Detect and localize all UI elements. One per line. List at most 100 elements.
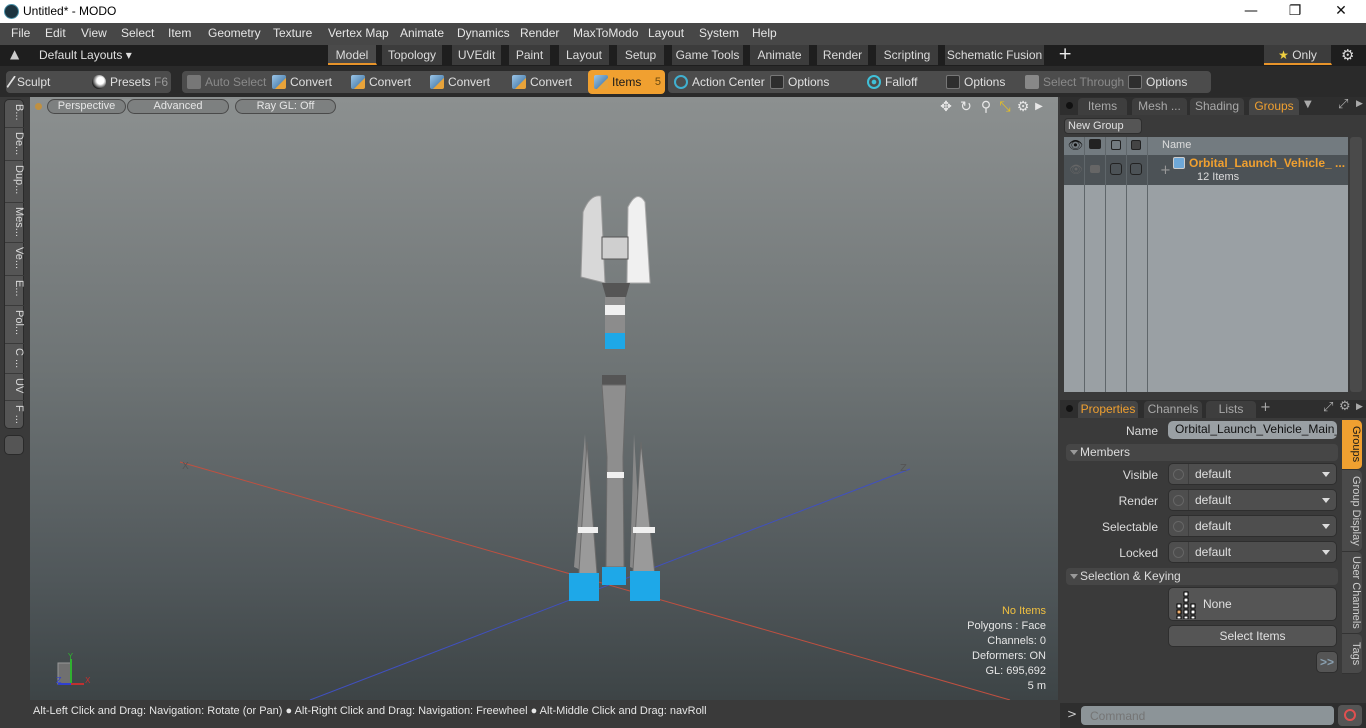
tab-setup[interactable]: Setup xyxy=(617,45,665,65)
menu-render[interactable]: Render xyxy=(520,26,559,40)
tab-game-tools[interactable]: Game Tools xyxy=(672,45,744,65)
layout-selector[interactable]: Default Layouts ▾ xyxy=(39,48,132,62)
render-keyframe-icon[interactable] xyxy=(1173,495,1184,506)
side-tab-groups[interactable]: Groups xyxy=(1342,420,1362,470)
gear-icon[interactable]: ⚙ xyxy=(1341,46,1354,64)
add-tab-button[interactable]: + xyxy=(1260,400,1271,415)
menu-item[interactable]: Item xyxy=(168,26,191,40)
convert-edges-button[interactable]: Convert xyxy=(351,70,411,94)
side-tab-group-display[interactable]: Group Display xyxy=(1342,470,1362,552)
tab-edge[interactable]: E... xyxy=(5,276,25,306)
close-button[interactable]: ✕ xyxy=(1318,0,1364,23)
row-expand-toggle[interactable]: + xyxy=(1160,163,1171,178)
menu-select[interactable]: Select xyxy=(121,26,154,40)
menu-dynamics[interactable]: Dynamics xyxy=(457,26,510,40)
tab-paint[interactable]: Paint xyxy=(509,45,551,65)
panel-settings-icon[interactable]: ⚙ xyxy=(1339,399,1351,414)
auto-select-button[interactable]: Auto Select xyxy=(187,70,266,94)
left-tab-extra-button[interactable] xyxy=(4,435,24,455)
visible-dropdown[interactable]: default xyxy=(1168,463,1337,485)
tab-mesh-edit[interactable]: Mes... xyxy=(5,203,25,243)
render-dropdown[interactable]: default xyxy=(1168,489,1337,511)
menu-maxtomodo[interactable]: MaxToModo xyxy=(573,26,638,40)
action-center-options-button[interactable]: Options xyxy=(770,70,829,94)
more-button[interactable]: >> xyxy=(1316,651,1338,673)
items-mode-button[interactable]: Items 5 xyxy=(588,70,665,94)
select-items-button[interactable]: Select Items xyxy=(1168,625,1337,647)
tab-fusion[interactable]: F ... xyxy=(5,401,25,429)
presets-button[interactable]: Presets F6 xyxy=(92,70,168,94)
tabs-dropdown-icon[interactable]: ▼ xyxy=(1304,99,1312,110)
tab-items[interactable]: Items xyxy=(1078,98,1127,115)
3d-viewport[interactable]: Perspective Advanced Ray GL: Off ✥ ↻ ⚲ ⤡… xyxy=(30,97,1058,700)
tab-vertex[interactable]: Ve... xyxy=(5,243,25,276)
selectable-dropdown[interactable]: default xyxy=(1168,515,1337,537)
action-center-button[interactable]: Action Center xyxy=(674,70,765,94)
menu-help[interactable]: Help xyxy=(752,26,777,40)
menu-layout[interactable]: Layout xyxy=(648,26,684,40)
convert-polygons-button[interactable]: Convert xyxy=(430,70,490,94)
panel-menu-arrow-icon[interactable]: ▶ xyxy=(1356,402,1363,412)
members-section[interactable]: Members xyxy=(1066,444,1338,461)
visible-keyframe-icon[interactable] xyxy=(1173,469,1184,480)
maximize-panel-icon[interactable]: ⤢ xyxy=(1323,400,1333,415)
record-button[interactable] xyxy=(1338,705,1362,726)
locked-dropdown[interactable]: default xyxy=(1168,541,1337,563)
tab-duplicate[interactable]: Dup... xyxy=(5,161,25,203)
selection-keying-section[interactable]: Selection & Keying xyxy=(1066,568,1338,585)
collapse-up-icon[interactable]: ▲ xyxy=(10,47,19,61)
menu-file[interactable]: File xyxy=(11,26,30,40)
tab-shading[interactable]: Shading xyxy=(1190,98,1244,115)
group-name-field[interactable]: Orbital_Launch_Vehicle_Main_Pai xyxy=(1168,421,1337,439)
menu-view[interactable]: View xyxy=(81,26,107,40)
command-input[interactable] xyxy=(1081,706,1334,725)
row-render-icon[interactable] xyxy=(1090,165,1100,173)
convert-materials-button[interactable]: Convert xyxy=(512,70,572,94)
falloff-options-button[interactable]: Options xyxy=(946,70,1005,94)
locked-keyframe-icon[interactable] xyxy=(1173,547,1184,558)
tab-groups[interactable]: Groups xyxy=(1249,98,1299,115)
menu-animate[interactable]: Animate xyxy=(400,26,444,40)
row-visibility-icon[interactable]: 👁 xyxy=(1069,163,1083,176)
group-list-scrollbar[interactable] xyxy=(1350,137,1362,392)
render-camera-icon[interactable] xyxy=(1089,139,1101,149)
tab-properties[interactable]: Properties xyxy=(1078,401,1138,418)
row-locked-checkbox[interactable] xyxy=(1130,163,1142,175)
tab-topology[interactable]: Topology xyxy=(382,45,443,65)
tab-basic[interactable]: B... xyxy=(5,100,25,128)
minimize-button[interactable]: — xyxy=(1228,0,1274,23)
row-selectable-checkbox[interactable] xyxy=(1110,163,1122,175)
only-filter-button[interactable]: ★ Only xyxy=(1264,45,1332,65)
tab-render[interactable]: Render xyxy=(817,45,869,65)
tab-scripting[interactable]: Scripting xyxy=(876,45,939,65)
locked-cube-icon[interactable] xyxy=(1131,140,1141,150)
new-group-button[interactable]: New Group xyxy=(1064,118,1142,134)
menu-geometry[interactable]: Geometry xyxy=(208,26,261,40)
panel-menu-arrow-icon[interactable]: ▶ xyxy=(1356,99,1363,109)
add-layout-button[interactable]: + xyxy=(1058,44,1072,64)
tab-animate[interactable]: Animate xyxy=(750,45,810,65)
tab-schematic-fusion[interactable]: Schematic Fusion xyxy=(945,45,1045,65)
tab-curve[interactable]: C ... xyxy=(5,344,25,374)
side-tab-user-channels[interactable]: User Channels xyxy=(1342,552,1362,634)
tab-polygon[interactable]: Pol... xyxy=(5,306,25,344)
tab-layout[interactable]: Layout xyxy=(559,45,610,65)
tab-deform[interactable]: De... xyxy=(5,128,25,161)
restore-button[interactable]: ❐ xyxy=(1272,0,1318,23)
tab-uvedit[interactable]: UVEdit xyxy=(452,45,502,65)
menu-system[interactable]: System xyxy=(699,26,739,40)
falloff-button[interactable]: Falloff xyxy=(867,70,917,94)
tab-mesh[interactable]: Mesh ... xyxy=(1132,98,1187,115)
tab-uv[interactable]: UV xyxy=(5,374,25,401)
visibility-eye-icon[interactable]: 👁 xyxy=(1068,138,1083,152)
convert-vertices-button[interactable]: Convert xyxy=(272,70,332,94)
selectable-keyframe-icon[interactable] xyxy=(1173,521,1184,532)
sculpt-button[interactable]: Sculpt xyxy=(6,70,50,94)
select-through-button[interactable]: Select Through xyxy=(1025,70,1124,94)
side-tab-tags[interactable]: Tags xyxy=(1342,634,1362,674)
name-column-header[interactable]: Name xyxy=(1162,139,1191,151)
menu-vertex-map[interactable]: Vertex Map xyxy=(328,26,389,40)
select-through-options-button[interactable]: Options xyxy=(1128,70,1187,94)
group-name[interactable]: Orbital_Launch_Vehicle_ ... xyxy=(1189,156,1345,170)
none-button[interactable]: None xyxy=(1168,587,1337,621)
